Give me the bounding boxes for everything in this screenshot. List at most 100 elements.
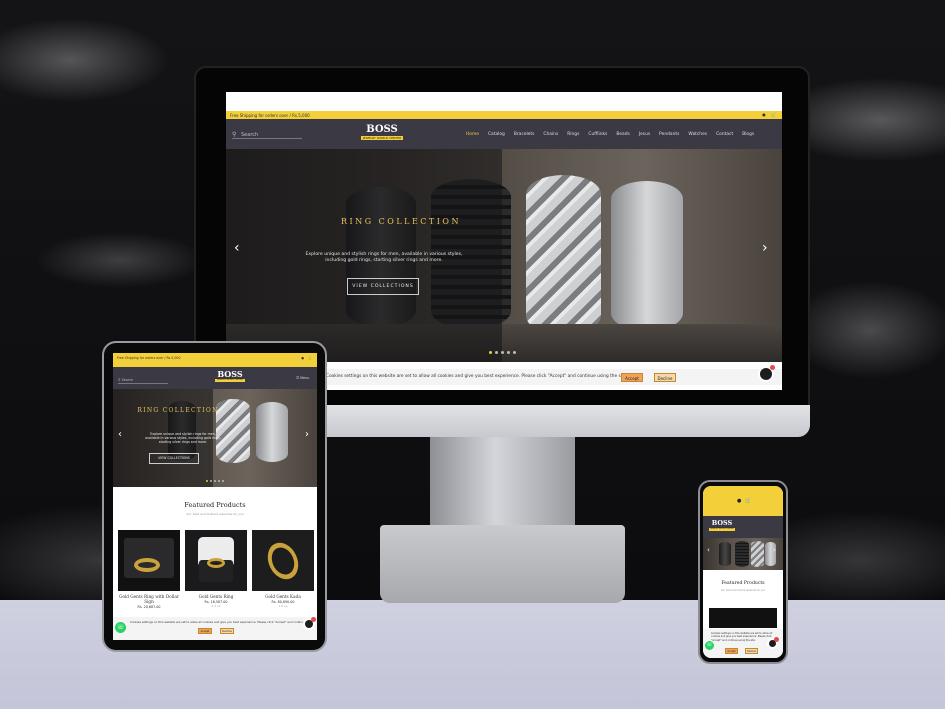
user-icon[interactable]: ● <box>762 112 766 117</box>
mobile-menu-button[interactable]: ☰ Menu <box>296 376 309 380</box>
product-card[interactable]: Gold Gents Ring Rs. 16,587.00 1.0 oz <box>185 530 247 608</box>
hero-title: RING COLLECTION <box>137 407 219 414</box>
view-collections-button[interactable]: VIEW COLLECTIONS <box>347 278 419 295</box>
nav-beads[interactable]: Beads <box>616 132 629 137</box>
brand-tagline: JEWELRY WORLD CENTER <box>709 528 735 531</box>
nav-rings[interactable]: Rings <box>567 132 579 137</box>
promo-text: Free Shipping for orders over / Rs.5,000 <box>117 356 181 360</box>
menu-label: Menu <box>300 376 310 380</box>
featured-title: Featured Products <box>184 501 246 509</box>
promo-topbar: ● 🛒 <box>703 486 783 516</box>
slider-dot[interactable] <box>210 480 212 482</box>
promo-topbar: Free Shipping for orders over / Rs.5,000… <box>226 111 782 119</box>
nav-pendants[interactable]: Pendants <box>659 132 679 137</box>
site-logo[interactable]: BOSS JEWELRY WORLD CENTER <box>361 124 403 140</box>
cart-icon[interactable]: 🛒 <box>771 112 776 117</box>
search-icon: ⚲ <box>232 131 237 138</box>
cookie-decline-button[interactable]: Decline <box>220 628 234 634</box>
main-navbar: BOSS JEWELRY WORLD CENTER <box>703 516 783 538</box>
slider-dot[interactable] <box>489 351 492 354</box>
slider-dot[interactable] <box>214 480 216 482</box>
main-navbar: ⚲ Search BOSS JEWELRY WORLD CENTER Home … <box>226 119 782 149</box>
monitor-stand-neck <box>430 437 575 527</box>
slider-dot[interactable] <box>507 351 510 354</box>
hamburger-icon: ☰ <box>296 376 300 380</box>
slider-dot[interactable] <box>222 480 224 482</box>
slider-dot[interactable] <box>501 351 504 354</box>
product-name[interactable]: Gold Gents Ring with Dollar Sign <box>118 594 180 604</box>
chat-icon[interactable] <box>767 637 779 649</box>
hero-ring-image <box>526 175 601 335</box>
search-placeholder: Search <box>241 132 259 138</box>
search-icon: ⚲ <box>118 378 121 382</box>
cookie-decline-button[interactable]: Decline <box>745 648 758 654</box>
nav-bracelets[interactable]: Bracelets <box>514 132 535 137</box>
product-image[interactable] <box>709 608 777 628</box>
hero-ring-image <box>735 541 749 567</box>
chevron-right-icon[interactable]: › <box>762 241 768 255</box>
cookie-message: Cookies settings on this website are set… <box>711 632 773 642</box>
chevron-left-icon[interactable]: ‹ <box>707 546 710 554</box>
brand-tagline: JEWELRY WORLD CENTER <box>215 379 245 382</box>
nav-blogs[interactable]: Blogs <box>742 132 754 137</box>
cookie-accept-button[interactable]: Accept <box>621 373 643 382</box>
product-weight: 1.0 oz <box>211 604 221 608</box>
chevron-right-icon[interactable]: › <box>773 546 776 554</box>
brand-name: BOSS <box>217 369 243 379</box>
chat-icon[interactable] <box>758 365 775 382</box>
product-name[interactable]: Gold Gents Ring <box>185 594 247 599</box>
cookie-accept-button[interactable]: Accept <box>725 648 738 654</box>
cookie-accept-button[interactable]: Accept <box>198 628 212 634</box>
slider-dot[interactable] <box>513 351 516 354</box>
cookie-decline-button[interactable]: Decline <box>654 373 676 382</box>
hero-ring-image <box>256 402 288 462</box>
slider-dots <box>489 351 516 354</box>
product-price: Rs. 20,687.00 <box>137 605 161 609</box>
view-collections-button[interactable]: VIEW COLLECTIONS <box>149 453 199 464</box>
nav-cufflinks[interactable]: Cufflinks <box>588 132 607 137</box>
product-image <box>252 530 314 591</box>
chevron-left-icon[interactable]: ‹ <box>234 241 240 255</box>
product-weight: 1.0 oz <box>278 604 288 608</box>
nav-chains[interactable]: Chains <box>543 132 558 137</box>
user-icon[interactable]: ● <box>737 498 741 504</box>
tablet-screen: Free Shipping for orders over / Rs.5,000… <box>113 353 317 640</box>
monitor-stand-base <box>380 525 625 603</box>
product-card[interactable]: Gold Gents Ring with Dollar Sign Rs. 20,… <box>118 530 180 609</box>
hero-title: RING COLLECTION <box>341 217 461 226</box>
product-card[interactable]: Gold Gents Kada Rs. 80,890.00 1.0 oz <box>252 530 314 608</box>
slider-dot[interactable] <box>206 480 208 482</box>
brand-name: BOSS <box>711 519 733 527</box>
user-icon[interactable]: ● <box>301 356 304 360</box>
cookie-message: Cookies settings on this website are set… <box>130 620 308 624</box>
nav-catalog[interactable]: Catalog <box>488 132 505 137</box>
cart-icon[interactable]: 🛒 <box>745 498 751 504</box>
slider-dots <box>206 480 224 482</box>
nav-home[interactable]: Home <box>466 132 479 137</box>
whatsapp-icon[interactable]: ☏ <box>705 641 714 650</box>
cart-icon[interactable]: 🛒 <box>308 356 312 360</box>
featured-subtitle: Our best and brilliant jewelries for you <box>720 589 766 592</box>
cookie-banner: Cookies settings on this website are set… <box>113 617 317 640</box>
nav-jesus[interactable]: Jesus <box>639 132 650 137</box>
slider-dot[interactable] <box>495 351 498 354</box>
nav-contact[interactable]: Contact <box>716 132 733 137</box>
search-input[interactable]: ⚲ Search <box>118 378 168 384</box>
featured-subtitle: Our best and brilliant jewelries for you <box>186 512 244 516</box>
search-input[interactable]: ⚲ Search <box>232 131 302 139</box>
chat-icon[interactable] <box>303 617 316 630</box>
chevron-right-icon[interactable]: › <box>305 429 309 440</box>
cookie-message: Cookies settings on this website are set… <box>326 374 628 379</box>
site-logo[interactable]: BOSS JEWELRY WORLD CENTER <box>709 520 735 531</box>
chevron-left-icon[interactable]: ‹ <box>118 429 122 440</box>
promo-text: Free Shipping for orders over / Rs.5,000 <box>230 113 310 118</box>
promo-topbar: Free Shipping for orders over / Rs.5,000… <box>113 353 317 367</box>
main-menu: Home Catalog Bracelets Chains Rings Cuff… <box>466 132 754 137</box>
nav-watches[interactable]: Watches <box>688 132 707 137</box>
site-logo[interactable]: BOSS JEWELRY WORLD CENTER <box>215 370 245 382</box>
search-placeholder: Search <box>121 378 134 382</box>
whatsapp-icon[interactable]: ☏ <box>115 622 126 633</box>
hero-slider: RING COLLECTION Explore unique and styli… <box>226 149 782 362</box>
slider-dot[interactable] <box>218 480 220 482</box>
product-name[interactable]: Gold Gents Kada <box>252 594 314 599</box>
